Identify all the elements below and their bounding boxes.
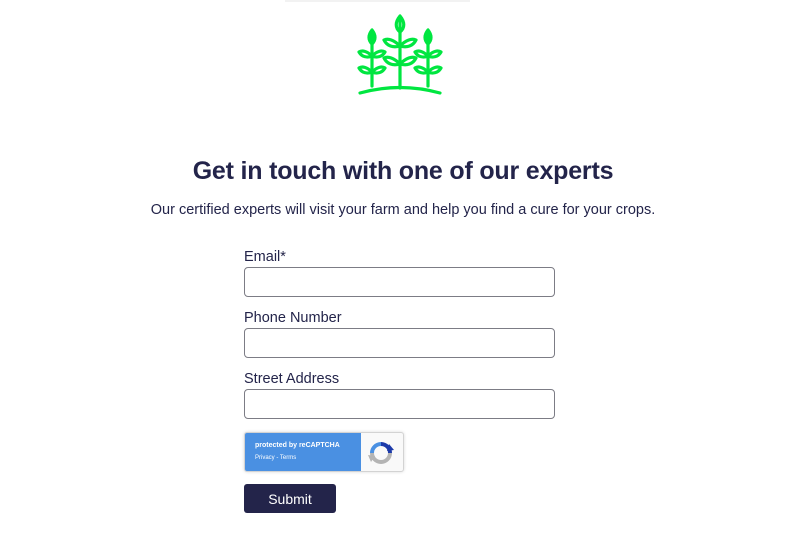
address-label: Street Address xyxy=(244,371,340,387)
recaptcha-panel: protected by reCAPTCHA Privacy - Terms xyxy=(245,433,361,471)
page-title: Get in touch with one of our experts xyxy=(192,157,614,185)
email-field[interactable] xyxy=(244,267,555,297)
email-group: Email* xyxy=(244,248,556,297)
contact-form: Email* Phone Number Street Address xyxy=(244,248,556,431)
recaptcha-icon xyxy=(368,442,394,464)
crops-sprout-icon xyxy=(357,14,443,95)
recaptcha-links[interactable]: Privacy - Terms xyxy=(255,455,296,461)
email-label: Email* xyxy=(244,249,286,265)
recaptcha-title: protected by reCAPTCHA xyxy=(255,442,340,449)
top-divider xyxy=(285,0,470,2)
street-address-field[interactable] xyxy=(244,389,555,419)
recaptcha-badge[interactable]: protected by reCAPTCHA Privacy - Terms xyxy=(244,432,404,472)
address-group: Street Address xyxy=(244,370,556,419)
phone-field[interactable] xyxy=(244,328,555,358)
page: Get in touch with one of our experts Our… xyxy=(0,0,806,535)
submit-button[interactable]: Submit xyxy=(244,484,336,513)
page-subtitle: Our certified experts will visit your fa… xyxy=(150,202,656,218)
phone-label: Phone Number xyxy=(244,310,342,326)
phone-group: Phone Number xyxy=(244,309,556,358)
